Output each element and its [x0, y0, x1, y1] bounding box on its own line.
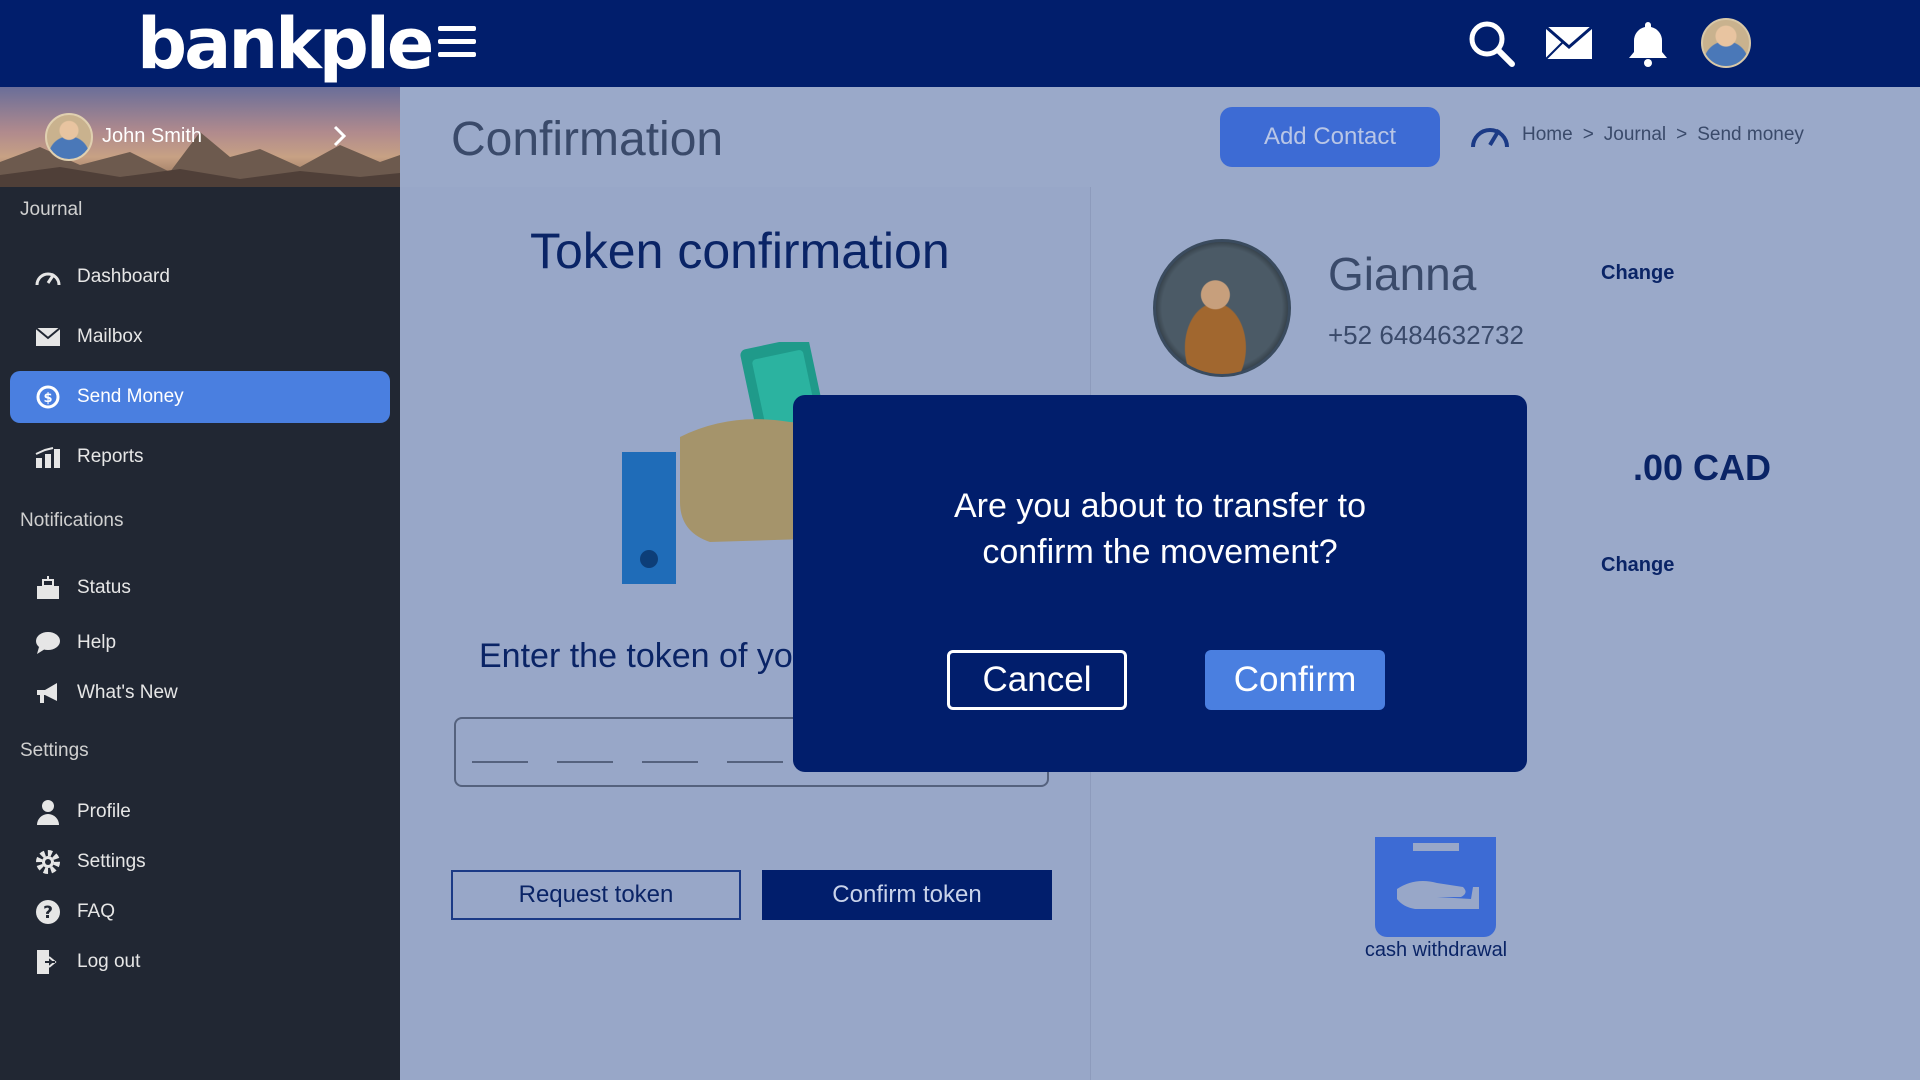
sidebar-item-status[interactable]: Status: [10, 562, 390, 614]
contact-phone: +52 6484632732: [1328, 320, 1524, 350]
token-title: Token confirmation: [530, 223, 950, 279]
section-notifications: Notifications: [20, 510, 124, 531]
sidebar-item-whats-new[interactable]: What's New: [10, 667, 390, 719]
sidebar-item-faq[interactable]: ? FAQ: [10, 886, 390, 938]
sidebar-item-reports[interactable]: Reports: [10, 431, 390, 483]
top-bar: bankple: [0, 0, 1920, 87]
sidebar-item-label: Reports: [77, 446, 144, 467]
token-digit-slot: [642, 761, 698, 763]
token-digit-slot: [472, 761, 528, 763]
user-icon: [33, 797, 63, 827]
status-icon: [33, 573, 63, 603]
cancel-button[interactable]: Cancel: [947, 650, 1127, 710]
add-contact-button[interactable]: Add Contact: [1220, 107, 1440, 167]
transfer-amount: .00 CAD: [1632, 447, 1771, 488]
cash-withdrawal-icon[interactable]: [1375, 837, 1496, 937]
speedometer-icon: [33, 262, 63, 292]
money-transfer-icon: $: [33, 382, 63, 412]
sidebar-item-label: Help: [77, 632, 117, 653]
bell-icon[interactable]: [1623, 18, 1673, 68]
sidebar-item-label: What's New: [77, 682, 178, 703]
megaphone-icon: [33, 678, 63, 708]
sidebar-item-label: Dashboard: [77, 266, 170, 287]
breadcrumb-send-money[interactable]: Send money: [1697, 124, 1804, 146]
page-title: Confirmation: [451, 113, 724, 166]
breadcrumb-separator: >: [1582, 124, 1594, 145]
sidebar-item-logout[interactable]: Log out: [10, 936, 390, 988]
sidebar-item-dashboard[interactable]: Dashboard: [10, 251, 390, 303]
sidebar-item-label: Status: [77, 577, 131, 598]
breadcrumb-journal[interactable]: Journal: [1604, 124, 1666, 146]
chevron-right-icon[interactable]: [330, 121, 350, 151]
sidebar-avatar: [45, 113, 93, 161]
sidebar-item-profile[interactable]: Profile: [10, 786, 390, 838]
chat-icon: [33, 628, 63, 658]
confirm-token-button[interactable]: Confirm token: [762, 870, 1052, 920]
breadcrumb: Home > Journal > Send money: [1468, 117, 1804, 153]
sidebar-item-mailbox[interactable]: Mailbox: [10, 311, 390, 363]
sidebar-item-label: Mailbox: [77, 326, 143, 347]
sidebar: John Smith Journal Dashboard Mailbox $ S…: [0, 87, 400, 1080]
sidebar-item-settings[interactable]: Settings: [10, 836, 390, 888]
svg-text:?: ?: [43, 903, 53, 923]
modal-message: Are you about to transfer to confirm the…: [953, 487, 1367, 571]
user-avatar[interactable]: [1701, 18, 1751, 68]
svg-text:$: $: [43, 391, 52, 406]
token-digit-slot: [557, 761, 613, 763]
change-contact-link[interactable]: Change: [1601, 262, 1674, 285]
cash-withdrawal-label: cash withdrawal: [1364, 939, 1508, 961]
section-settings: Settings: [20, 740, 89, 761]
sidebar-item-label: Profile: [77, 801, 131, 822]
question-icon: ?: [33, 897, 63, 927]
contact-avatar: [1153, 239, 1291, 377]
user-name: John Smith: [102, 125, 203, 147]
sidebar-item-help[interactable]: Help: [10, 617, 390, 669]
breadcrumb-separator: >: [1676, 124, 1688, 145]
contact-name: Gianna: [1328, 248, 1477, 300]
mail-icon: [33, 322, 63, 352]
profile-banner[interactable]: John Smith: [0, 87, 400, 187]
token-prompt: Enter the token of yo: [479, 637, 793, 675]
sidebar-item-label: Send Money: [77, 386, 184, 407]
menu-toggle-icon[interactable]: [438, 26, 478, 60]
sidebar-item-label: Settings: [77, 851, 146, 872]
token-digit-slot: [727, 761, 783, 763]
app-logo[interactable]: bankple: [137, 4, 434, 84]
change-method-link[interactable]: Change: [1601, 554, 1674, 577]
chart-icon: [33, 442, 63, 472]
gear-icon: [33, 847, 63, 877]
confirmation-modal: Are you about to transfer to confirm the…: [793, 395, 1527, 772]
confirm-button[interactable]: Confirm: [1205, 650, 1385, 710]
speedometer-icon: [1471, 128, 1509, 148]
sidebar-item-label: FAQ: [77, 901, 116, 922]
mail-icon[interactable]: [1544, 18, 1594, 68]
search-icon[interactable]: [1466, 18, 1516, 68]
logout-icon: [33, 947, 63, 977]
sidebar-item-label: Log out: [77, 951, 141, 972]
breadcrumb-home[interactable]: Home: [1522, 124, 1573, 146]
request-token-button[interactable]: Request token: [451, 870, 741, 920]
section-journal: Journal: [20, 199, 83, 220]
sidebar-item-send-money[interactable]: $ Send Money: [10, 371, 390, 423]
